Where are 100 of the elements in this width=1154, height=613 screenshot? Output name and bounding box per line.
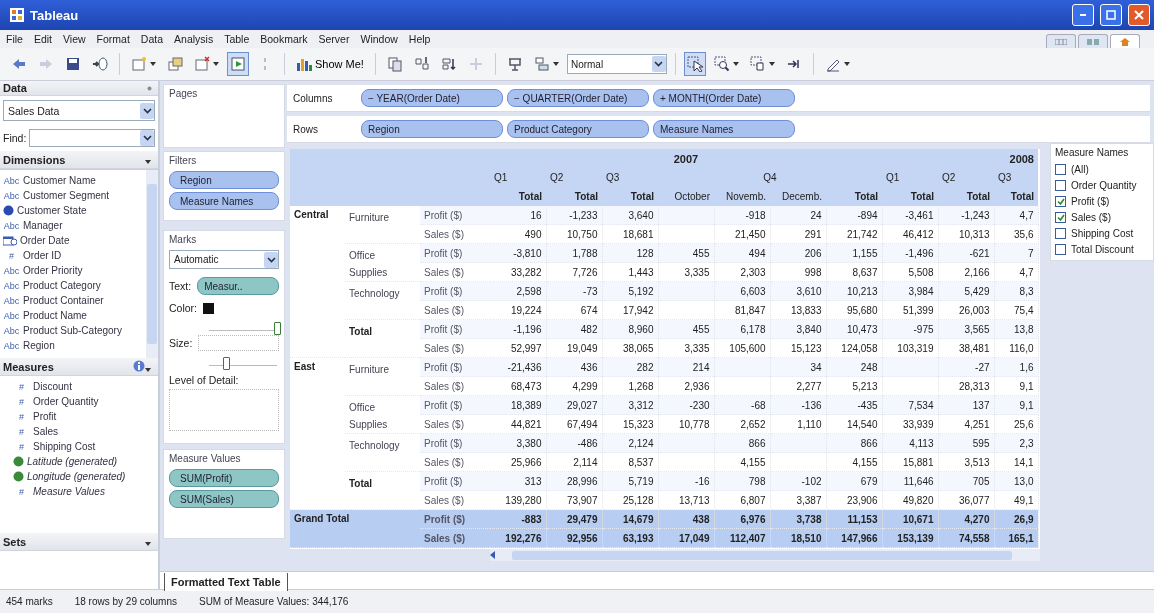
dimension-field[interactable]: Abc Product Container bbox=[0, 293, 146, 308]
row-header: Central bbox=[290, 206, 345, 358]
slider-thumb[interactable] bbox=[223, 357, 230, 370]
dimension-field[interactable]: Abc Region bbox=[0, 338, 146, 353]
measure-field[interactable]: # Profit bbox=[10, 409, 158, 424]
view-size-dropdown[interactable]: Normal bbox=[566, 54, 667, 74]
table-cell: -1,233 bbox=[546, 206, 602, 225]
dimension-field[interactable]: Customer State bbox=[0, 203, 146, 218]
checkbox[interactable] bbox=[1055, 211, 1066, 223]
table-cell: 26,003 bbox=[938, 300, 994, 320]
measure-field[interactable]: # Sales bbox=[10, 424, 158, 439]
string-type-icon: Abc bbox=[3, 295, 20, 306]
menu-item[interactable]: Table bbox=[224, 33, 250, 45]
table-cell: 4,7 bbox=[994, 206, 1038, 225]
measure-field[interactable]: # Discount bbox=[10, 379, 158, 394]
column-header: Total bbox=[602, 187, 658, 206]
caret-icon[interactable] bbox=[145, 367, 152, 372]
measure-field[interactable]: # Measure Values bbox=[10, 484, 158, 499]
menu-item[interactable]: Edit bbox=[33, 33, 52, 45]
filter-pill[interactable]: Measure Names bbox=[169, 192, 279, 210]
close-button[interactable] bbox=[1128, 4, 1150, 26]
string-type-icon: Abc bbox=[3, 220, 20, 231]
table-cell: 1,110 bbox=[770, 414, 826, 434]
table-cell: 33,282 bbox=[490, 262, 546, 282]
dimension-field[interactable]: # Order ID bbox=[0, 248, 146, 263]
menu-item[interactable]: Help bbox=[408, 33, 431, 45]
field-pill[interactable]: − YEAR(Order Date) bbox=[361, 89, 503, 107]
maximize-button[interactable] bbox=[1100, 4, 1122, 26]
color-swatch[interactable] bbox=[203, 302, 214, 314]
data-source-dropdown[interactable]: Sales Data bbox=[3, 100, 155, 121]
caret-icon[interactable] bbox=[145, 159, 152, 164]
column-header: Decemb. bbox=[770, 187, 826, 206]
scrollbar[interactable] bbox=[146, 170, 158, 358]
slider-thumb[interactable] bbox=[274, 322, 281, 335]
close-icon bbox=[1134, 10, 1144, 20]
mark-type-dropdown[interactable]: Automatic bbox=[169, 250, 279, 269]
table-cell: 103,319 bbox=[882, 338, 938, 358]
menu-item[interactable]: Bookmark bbox=[260, 33, 308, 45]
dimension-field[interactable]: Abc Order Priority bbox=[0, 263, 146, 278]
column-header: Total bbox=[546, 187, 602, 206]
measure-field[interactable]: Longitude (generated) bbox=[10, 469, 158, 484]
row-header: Sales ($) bbox=[420, 452, 490, 472]
shelf-title: Filters bbox=[169, 155, 198, 166]
dimension-field[interactable]: Abc Product Sub-Category bbox=[0, 323, 146, 338]
table-cell: 4,251 bbox=[938, 414, 994, 434]
menu-item[interactable]: Analysis bbox=[174, 33, 214, 45]
show-me-button[interactable]: Show Me! bbox=[293, 52, 367, 76]
filter-pill[interactable]: Region bbox=[169, 171, 279, 189]
layout-icon bbox=[533, 56, 550, 72]
dimension-field[interactable]: Order Date bbox=[0, 233, 146, 248]
menu-item[interactable]: Format bbox=[96, 33, 130, 45]
table-cell: 116,0 bbox=[994, 338, 1038, 358]
scrollbar[interactable] bbox=[490, 549, 1040, 561]
info-icon[interactable] bbox=[133, 359, 145, 372]
dimension-field[interactable]: Abc Customer Name bbox=[0, 173, 146, 188]
home-tab[interactable] bbox=[1110, 34, 1140, 48]
caret-icon bbox=[213, 62, 219, 66]
find-field[interactable] bbox=[29, 129, 155, 147]
checkbox[interactable] bbox=[1055, 243, 1066, 255]
text-pill[interactable]: Measur.. bbox=[197, 277, 279, 295]
field-pill[interactable]: Measure Names bbox=[653, 120, 795, 138]
dimension-field[interactable]: Abc Manager bbox=[0, 218, 146, 233]
caret-icon[interactable] bbox=[145, 541, 152, 546]
field-pill[interactable]: Product Category bbox=[507, 120, 649, 138]
table-cell: 15,123 bbox=[770, 338, 826, 358]
checkbox[interactable] bbox=[1055, 163, 1066, 175]
sheet-tab[interactable]: Formatted Text Table bbox=[164, 572, 288, 591]
checkbox[interactable] bbox=[1055, 195, 1066, 207]
field-pill[interactable]: Region bbox=[361, 120, 503, 138]
field-pill[interactable]: − QUARTER(Order Date) bbox=[507, 89, 649, 107]
menu-item[interactable]: Window bbox=[360, 33, 398, 45]
calendar-icon bbox=[3, 235, 17, 246]
field-pill[interactable]: + MONTH(Order Date) bbox=[653, 89, 795, 107]
measure-pill[interactable]: SUM(Sales) bbox=[169, 490, 279, 508]
menu-item[interactable]: File bbox=[6, 33, 23, 45]
measure-field[interactable]: # Order Quantity bbox=[10, 394, 158, 409]
measure-field[interactable]: Latitude (generated) bbox=[10, 454, 158, 469]
window-title: Tableau bbox=[30, 7, 80, 23]
table-cell: 67,494 bbox=[546, 414, 602, 434]
string-type-icon: Abc bbox=[3, 340, 20, 351]
table-cell: 3,640 bbox=[602, 206, 658, 225]
dimension-field[interactable]: Abc Product Category bbox=[0, 278, 146, 293]
menu-item[interactable]: Data bbox=[140, 33, 164, 45]
measure-pill[interactable]: SUM(Profit) bbox=[169, 469, 279, 487]
pointer-button[interactable] bbox=[683, 52, 706, 76]
measure-field[interactable]: # Shipping Cost bbox=[10, 439, 158, 454]
dimension-field[interactable]: Abc Customer Segment bbox=[0, 188, 146, 203]
size-field[interactable] bbox=[198, 335, 279, 351]
column-header: October bbox=[658, 187, 714, 206]
checkbox[interactable] bbox=[1055, 227, 1066, 239]
table-cell: -918 bbox=[714, 206, 770, 225]
minimize-button[interactable] bbox=[1072, 4, 1094, 26]
menu-item[interactable]: Server bbox=[318, 33, 350, 45]
menu-item[interactable]: View bbox=[63, 33, 86, 45]
dimension-field[interactable]: Abc Product Name bbox=[0, 308, 146, 323]
table-cell: 14,1 bbox=[994, 452, 1038, 472]
sort-ascending-icon bbox=[413, 56, 430, 72]
table-cell: 2,652 bbox=[714, 414, 770, 434]
checkbox[interactable] bbox=[1055, 179, 1066, 191]
detail-field[interactable] bbox=[169, 389, 279, 431]
